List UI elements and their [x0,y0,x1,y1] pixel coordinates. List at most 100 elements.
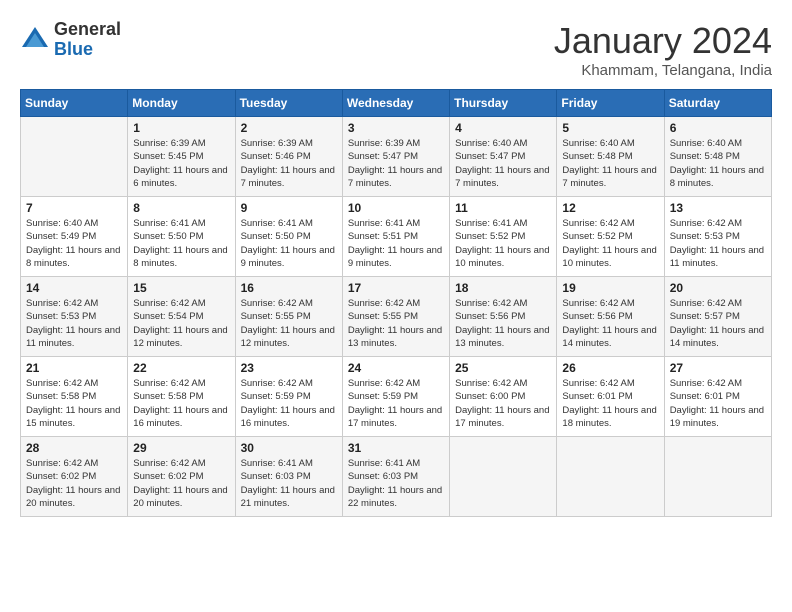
day-info: Sunrise: 6:40 AMSunset: 5:49 PMDaylight:… [26,217,122,270]
calendar-cell: 22 Sunrise: 6:42 AMSunset: 5:58 PMDayligh… [128,357,235,437]
month-year: January 2024 [554,20,772,62]
day-number: 14 [26,281,122,295]
column-header-friday: Friday [557,90,664,117]
calendar-cell: 8Sunrise: 6:41 AMSunset: 5:50 PMDaylight… [128,197,235,277]
calendar-cell: 29 Sunrise: 6:42 AMSunset: 6:02 PMDayligh… [128,437,235,517]
day-number: 11 [455,201,551,215]
calendar-cell [450,437,557,517]
day-number: 28 [26,441,122,455]
column-header-thursday: Thursday [450,90,557,117]
calendar-cell [21,117,128,197]
day-info: Sunrise: 6:42 AMSunset: 6:01 PMDaylight:… [670,377,766,430]
calendar-cell: 3Sunrise: 6:39 AMSunset: 5:47 PMDaylight… [342,117,449,197]
day-number: 20 [670,281,766,295]
day-info: Sunrise: 6:42 AMSunset: 6:02 PMDaylight:… [26,457,122,510]
calendar-cell: 26 Sunrise: 6:42 AMSunset: 6:01 PMDayligh… [557,357,664,437]
day-number: 24 [348,361,444,375]
calendar-cell: 12 Sunrise: 6:42 AMSunset: 5:52 PMDayligh… [557,197,664,277]
day-number: 16 [241,281,337,295]
day-info: Sunrise: 6:42 AMSunset: 5:54 PMDaylight:… [133,297,229,350]
calendar-week-row: 21 Sunrise: 6:42 AMSunset: 5:58 PMDayligh… [21,357,772,437]
calendar-cell: 10 Sunrise: 6:41 AMSunset: 5:51 PMDayligh… [342,197,449,277]
calendar-cell: 30Sunrise: 6:41 AMSunset: 6:03 PMDayligh… [235,437,342,517]
day-number: 21 [26,361,122,375]
logo: General Blue [20,20,121,60]
column-header-tuesday: Tuesday [235,90,342,117]
column-header-monday: Monday [128,90,235,117]
logo-blue-text: Blue [54,40,121,60]
calendar-cell: 1Sunrise: 6:39 AMSunset: 5:45 PMDaylight… [128,117,235,197]
day-info: Sunrise: 6:42 AMSunset: 6:02 PMDaylight:… [133,457,229,510]
calendar-cell [557,437,664,517]
day-number: 9 [241,201,337,215]
page-header: General Blue January 2024 Khammam, Telan… [20,20,772,79]
logo-text: General Blue [54,20,121,60]
day-number: 8 [133,201,229,215]
calendar-cell: 19Sunrise: 6:42 AMSunset: 5:56 PMDayligh… [557,277,664,357]
day-number: 12 [562,201,658,215]
day-info: Sunrise: 6:41 AMSunset: 5:51 PMDaylight:… [348,217,444,270]
day-info: Sunrise: 6:42 AMSunset: 5:59 PMDaylight:… [241,377,337,430]
day-number: 18 [455,281,551,295]
calendar-week-row: 7 Sunrise: 6:40 AMSunset: 5:49 PMDaylight… [21,197,772,277]
day-info: Sunrise: 6:39 AMSunset: 5:47 PMDaylight:… [348,137,444,190]
day-number: 22 [133,361,229,375]
calendar-week-row: 14 Sunrise: 6:42 AMSunset: 5:53 PMDayligh… [21,277,772,357]
day-number: 29 [133,441,229,455]
column-header-sunday: Sunday [21,90,128,117]
day-info: Sunrise: 6:42 AMSunset: 5:55 PMDaylight:… [348,297,444,350]
day-number: 13 [670,201,766,215]
day-number: 19 [562,281,658,295]
day-info: Sunrise: 6:42 AMSunset: 5:56 PMDaylight:… [455,297,551,350]
day-number: 31 [348,441,444,455]
day-info: Sunrise: 6:42 AMSunset: 5:57 PMDaylight:… [670,297,766,350]
day-number: 5 [562,121,658,135]
day-info: Sunrise: 6:42 AMSunset: 5:58 PMDaylight:… [133,377,229,430]
calendar-cell: 4Sunrise: 6:40 AMSunset: 5:47 PMDaylight… [450,117,557,197]
calendar-table: SundayMondayTuesdayWednesdayThursdayFrid… [20,89,772,517]
calendar-cell: 21 Sunrise: 6:42 AMSunset: 5:58 PMDayligh… [21,357,128,437]
calendar-cell: 9 Sunrise: 6:41 AMSunset: 5:50 PMDaylight… [235,197,342,277]
calendar-cell: 5 Sunrise: 6:40 AMSunset: 5:48 PMDaylight… [557,117,664,197]
logo-general-text: General [54,20,121,40]
calendar-week-row: 1Sunrise: 6:39 AMSunset: 5:45 PMDaylight… [21,117,772,197]
day-number: 7 [26,201,122,215]
day-info: Sunrise: 6:39 AMSunset: 5:46 PMDaylight:… [241,137,337,190]
calendar-cell: 7 Sunrise: 6:40 AMSunset: 5:49 PMDaylight… [21,197,128,277]
day-number: 25 [455,361,551,375]
day-number: 6 [670,121,766,135]
day-number: 27 [670,361,766,375]
calendar-week-row: 28 Sunrise: 6:42 AMSunset: 6:02 PMDayligh… [21,437,772,517]
day-info: Sunrise: 6:40 AMSunset: 5:48 PMDaylight:… [562,137,658,190]
day-info: Sunrise: 6:42 AMSunset: 5:58 PMDaylight:… [26,377,122,430]
logo-icon [20,25,50,55]
day-number: 4 [455,121,551,135]
calendar-cell [664,437,771,517]
title-block: January 2024 Khammam, Telangana, India [554,20,772,79]
day-info: Sunrise: 6:42 AMSunset: 5:53 PMDaylight:… [26,297,122,350]
day-info: Sunrise: 6:40 AMSunset: 5:48 PMDaylight:… [670,137,766,190]
day-info: Sunrise: 6:39 AMSunset: 5:45 PMDaylight:… [133,137,229,190]
calendar-cell: 23Sunrise: 6:42 AMSunset: 5:59 PMDayligh… [235,357,342,437]
day-info: Sunrise: 6:42 AMSunset: 6:01 PMDaylight:… [562,377,658,430]
calendar-cell: 28 Sunrise: 6:42 AMSunset: 6:02 PMDayligh… [21,437,128,517]
day-info: Sunrise: 6:42 AMSunset: 5:52 PMDaylight:… [562,217,658,270]
calendar-cell: 16 Sunrise: 6:42 AMSunset: 5:55 PMDayligh… [235,277,342,357]
day-info: Sunrise: 6:41 AMSunset: 5:50 PMDaylight:… [241,217,337,270]
calendar-cell: 31 Sunrise: 6:41 AMSunset: 6:03 PMDayligh… [342,437,449,517]
day-info: Sunrise: 6:41 AMSunset: 6:03 PMDaylight:… [348,457,444,510]
calendar-header-row: SundayMondayTuesdayWednesdayThursdayFrid… [21,90,772,117]
day-number: 10 [348,201,444,215]
day-info: Sunrise: 6:42 AMSunset: 5:59 PMDaylight:… [348,377,444,430]
day-number: 15 [133,281,229,295]
calendar-cell: 15 Sunrise: 6:42 AMSunset: 5:54 PMDayligh… [128,277,235,357]
day-number: 17 [348,281,444,295]
column-header-saturday: Saturday [664,90,771,117]
day-number: 26 [562,361,658,375]
day-info: Sunrise: 6:42 AMSunset: 5:53 PMDaylight:… [670,217,766,270]
day-info: Sunrise: 6:42 AMSunset: 6:00 PMDaylight:… [455,377,551,430]
calendar-cell: 6 Sunrise: 6:40 AMSunset: 5:48 PMDaylight… [664,117,771,197]
day-number: 2 [241,121,337,135]
calendar-cell: 25 Sunrise: 6:42 AMSunset: 6:00 PMDayligh… [450,357,557,437]
day-info: Sunrise: 6:42 AMSunset: 5:55 PMDaylight:… [241,297,337,350]
